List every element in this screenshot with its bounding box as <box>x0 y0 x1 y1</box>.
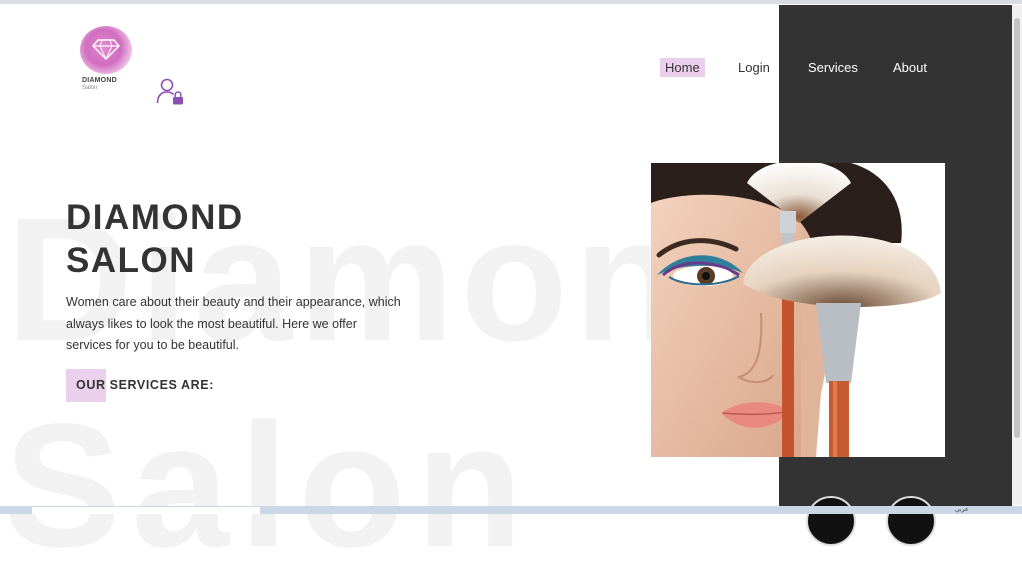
hero-title-line1: DIAMOND <box>66 198 244 237</box>
logo-subtitle: Salon <box>82 85 98 91</box>
nav-home[interactable]: Home <box>660 58 705 77</box>
model-with-brushes-image <box>651 163 945 457</box>
diamond-icon <box>92 39 120 60</box>
nav-about[interactable]: About <box>893 60 927 75</box>
logo-name: DIAMOND <box>82 77 117 84</box>
services-heading-text: OUR SERVICES ARE: <box>76 378 215 392</box>
taskbar-search-input[interactable] <box>32 507 260 514</box>
site-logo[interactable]: DIAMOND Salon <box>78 26 136 96</box>
social-circle-1[interactable] <box>806 496 856 546</box>
scrollbar-thumb[interactable] <box>1014 18 1020 438</box>
hero-title: DIAMOND SALON <box>66 196 244 282</box>
taskbar-language[interactable]: عربي <box>955 506 969 513</box>
hero-description: Women care about their beauty and their … <box>66 295 401 352</box>
hero-title-line2: SALON <box>66 241 196 280</box>
nav-services[interactable]: Services <box>808 60 858 75</box>
nav-login[interactable]: Login <box>738 60 770 75</box>
background-word-salon: Salon <box>4 388 534 584</box>
social-circle-2[interactable] <box>886 496 936 546</box>
hero-image <box>651 163 945 457</box>
user-lock-icon[interactable] <box>156 78 186 106</box>
browser-top-edge <box>0 0 1022 4</box>
